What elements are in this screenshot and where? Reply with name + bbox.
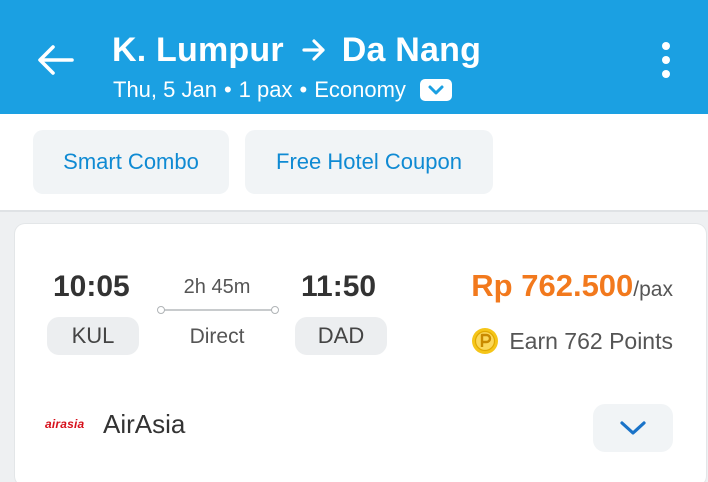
chevron-down-icon xyxy=(428,85,444,95)
free-hotel-coupon-chip[interactable]: Free Hotel Coupon xyxy=(245,130,493,194)
travel-date: Thu, 5 Jan xyxy=(113,77,217,102)
price-unit: /pax xyxy=(633,278,673,301)
back-arrow-icon xyxy=(38,45,74,75)
arrival-airport-code: DAD xyxy=(295,317,387,355)
flight-result-card[interactable]: 10:05 KUL 2h 45m Direct 11:50 DAD Rp 762… xyxy=(15,224,706,482)
flight-stops: Direct xyxy=(189,325,245,348)
divider xyxy=(0,210,708,212)
separator: • xyxy=(299,77,308,102)
departure-time: 10:05 xyxy=(53,270,130,303)
more-vertical-icon xyxy=(662,42,670,50)
more-options-button[interactable] xyxy=(654,38,678,82)
route-title: K. Lumpur Da Nang xyxy=(112,30,481,70)
price-amount: Rp 762.500 xyxy=(471,268,634,303)
back-button[interactable] xyxy=(34,40,76,80)
filter-bar: Smart Combo Free Hotel Coupon xyxy=(0,114,708,212)
airline-logo: airasia xyxy=(45,417,85,431)
destination-city: Da Nang xyxy=(341,31,482,69)
flight-duration: 2h 45m xyxy=(183,276,251,298)
search-summary: Thu, 5 Jan • 1 pax • Economy xyxy=(113,76,452,104)
app-header: K. Lumpur Da Nang Thu, 5 Jan • 1 pax • E… xyxy=(0,0,708,114)
separator: • xyxy=(223,77,232,102)
origin-city: K. Lumpur xyxy=(112,31,284,69)
passenger-count: 1 pax xyxy=(238,77,293,102)
points-label: Earn 762 Points xyxy=(509,327,673,354)
price: Rp 762.500 /pax xyxy=(471,268,673,304)
points-coin-icon xyxy=(472,328,499,354)
smart-combo-chip[interactable]: Smart Combo xyxy=(33,130,229,194)
loyalty-points: Earn 762 Points xyxy=(471,327,673,355)
airline-name: AirAsia xyxy=(103,409,186,439)
chevron-down-icon xyxy=(620,421,646,435)
arrow-right-icon xyxy=(302,39,326,61)
expand-details-button[interactable] xyxy=(593,404,673,452)
flight-path-line xyxy=(157,306,279,314)
departure-airport-code: KUL xyxy=(47,317,139,355)
arrival-time: 11:50 xyxy=(301,270,377,303)
search-details-toggle[interactable] xyxy=(419,79,452,101)
cabin-class: Economy xyxy=(314,77,406,102)
